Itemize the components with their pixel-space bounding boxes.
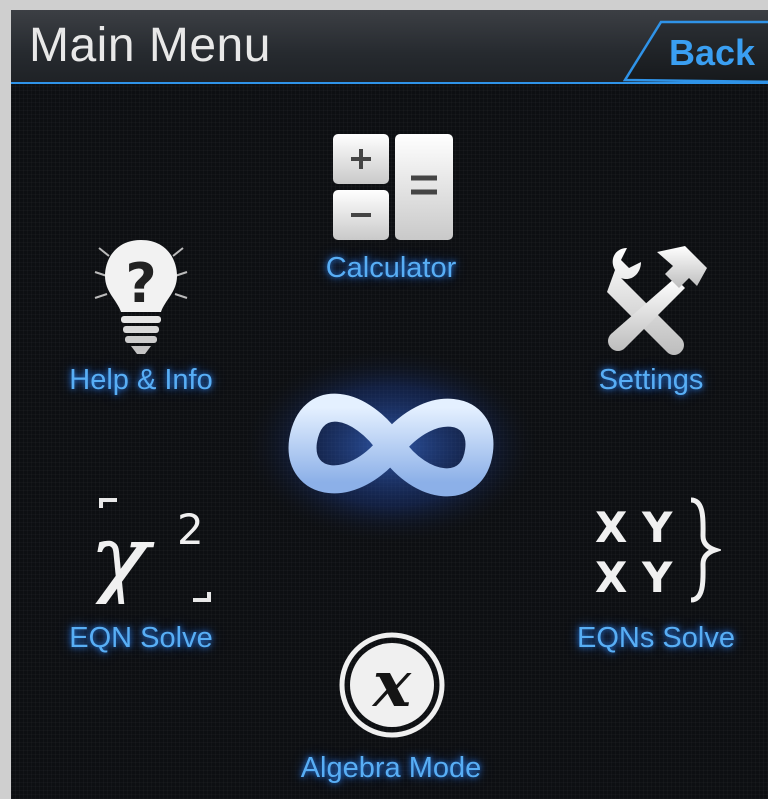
svg-text:?: ? <box>125 252 156 315</box>
lightbulb-question-icon: ? <box>94 240 188 354</box>
infinity-icon <box>241 346 541 546</box>
help-info-label: Help & Info <box>69 364 213 396</box>
app-frame: Main Menu Back Calculator ? Help & Info … <box>0 0 768 799</box>
calculator-button[interactable]: Calculator <box>291 122 491 292</box>
main-menu-screen: Main Menu Back Calculator ? Help & Info … <box>11 10 768 799</box>
menu-area: Calculator ? Help & Info Settings χ 2 EQ… <box>11 84 768 799</box>
back-button[interactable]: Back <box>623 18 768 82</box>
help-info-button[interactable]: ? Help & Info <box>41 224 241 404</box>
header-bar: Main Menu Back <box>11 10 768 84</box>
algebra-mode-label: Algebra Mode <box>300 752 482 784</box>
eqns-solve-label: EQNs Solve <box>577 622 735 654</box>
x-circle-icon: x <box>339 632 445 738</box>
settings-label: Settings <box>598 364 704 396</box>
calculator-icon <box>333 134 453 240</box>
settings-button[interactable]: Settings <box>551 224 751 404</box>
eqn-solve-button[interactable]: χ 2 EQN Solve <box>41 484 241 664</box>
back-button-label: Back <box>669 32 756 73</box>
xy-system-icon: X Y X Y <box>595 497 721 603</box>
x-symbol: χ <box>83 501 155 604</box>
page-title: Main Menu <box>29 19 271 72</box>
eqn-solve-label: EQN Solve <box>69 622 213 654</box>
xy-row-1: X Y <box>595 503 673 552</box>
xy-row-2: X Y <box>595 553 673 602</box>
wrench-hammer-icon <box>607 246 707 355</box>
x-glyph: x <box>371 647 412 722</box>
eqns-solve-button[interactable]: X Y X Y EQNs Solve <box>551 484 761 664</box>
calculator-label: Calculator <box>325 252 457 284</box>
exponent-symbol: 2 <box>177 505 204 554</box>
algebra-mode-button[interactable]: x Algebra Mode <box>291 624 491 794</box>
x-squared-icon: χ 2 <box>83 498 211 604</box>
